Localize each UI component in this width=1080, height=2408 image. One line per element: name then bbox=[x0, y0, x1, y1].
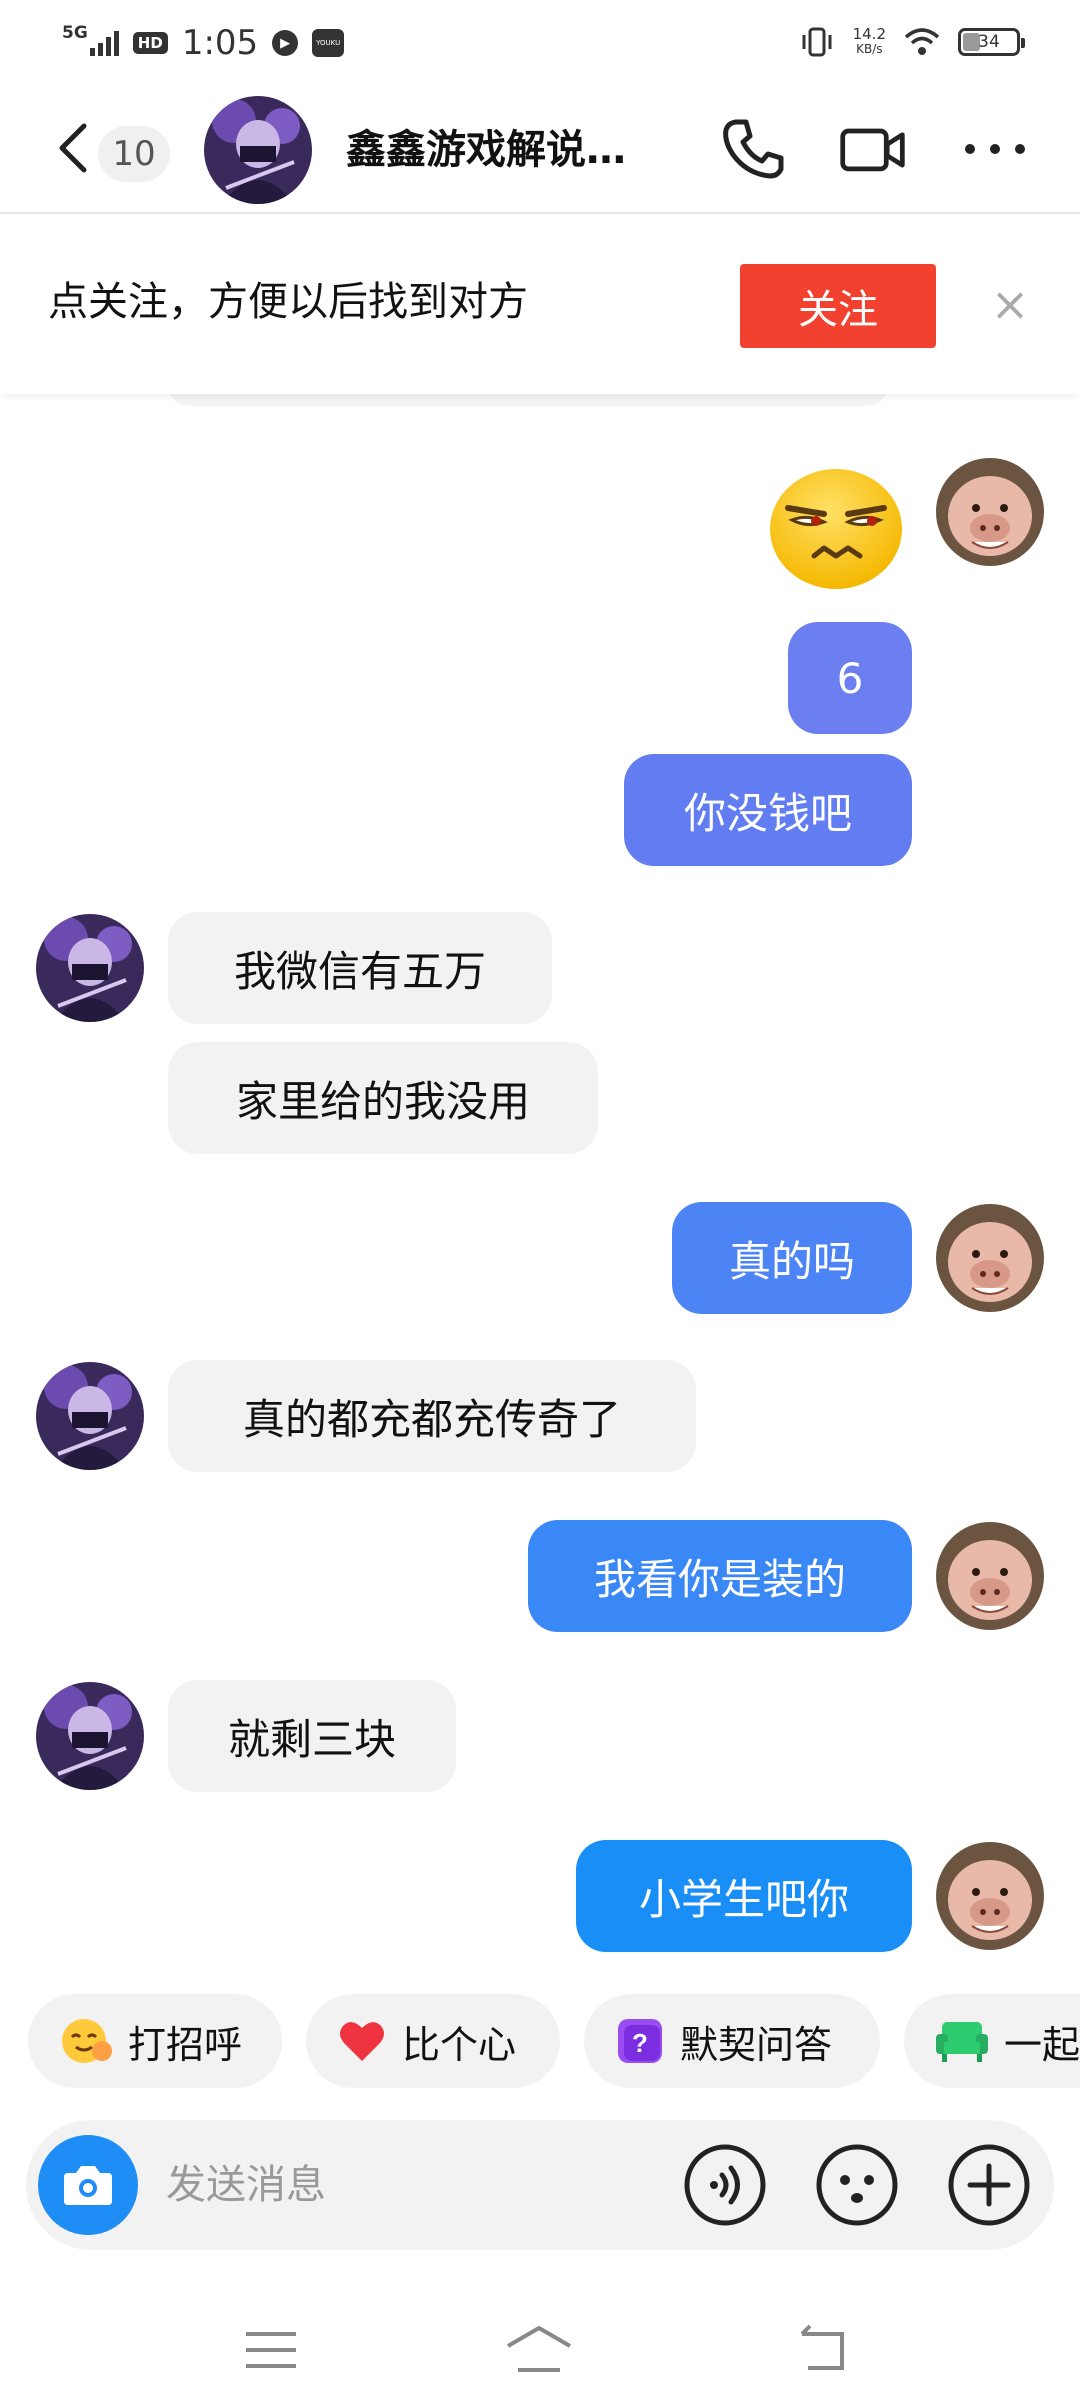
follow-banner: 点关注，方便以后找到对方 关注 × bbox=[0, 214, 1080, 394]
greeting-emoji-icon bbox=[62, 2019, 112, 2063]
quick-action-bar: 打招呼 比个心 ? 默契问答 一起 bbox=[0, 1992, 1080, 2090]
add-icon[interactable] bbox=[946, 2142, 1032, 2228]
quick-action-heart[interactable]: 比个心 bbox=[306, 1994, 560, 2088]
my-avatar[interactable] bbox=[936, 1204, 1044, 1312]
video-call-icon[interactable] bbox=[838, 114, 908, 184]
smirk-emoji[interactable] bbox=[766, 464, 906, 594]
app-notification-icon: ▶ bbox=[272, 30, 299, 56]
message-bubble-out[interactable]: 你没钱吧 bbox=[624, 754, 912, 866]
battery-icon: 34 bbox=[958, 28, 1025, 56]
message-bubble-out[interactable]: 6 bbox=[788, 622, 912, 734]
quick-action-quiz[interactable]: ? 默契问答 bbox=[584, 1994, 880, 2088]
message-bubble-in[interactable]: 真的都充都充传奇了 bbox=[168, 1360, 696, 1472]
message-bubble-in[interactable]: 家里给的我没用 bbox=[168, 1042, 598, 1154]
network-speed: 14.2 KB/s bbox=[852, 25, 886, 57]
more-icon[interactable] bbox=[960, 114, 1030, 184]
back-nav-icon[interactable] bbox=[788, 2320, 858, 2380]
chat-header: 10 鑫鑫游戏解说… bbox=[0, 84, 1080, 214]
vibrate-icon bbox=[802, 27, 832, 57]
contact-avatar[interactable] bbox=[36, 1362, 144, 1470]
contact-name[interactable]: 鑫鑫游戏解说… bbox=[346, 122, 666, 178]
quick-action-label: 默契问答 bbox=[680, 2022, 833, 2067]
menu-icon[interactable] bbox=[236, 2320, 306, 2380]
message-input[interactable]: 发送消息 bbox=[166, 2156, 326, 2214]
message-list[interactable]: 6 你没钱吧 我微信有五万 家里给的我没用 真的吗 真的都充都充传奇了 我看你是… bbox=[0, 394, 1080, 1978]
hd-badge: HD bbox=[132, 32, 168, 54]
quick-action-label: 打招呼 bbox=[128, 2022, 243, 2067]
phone-icon[interactable] bbox=[718, 114, 788, 184]
svg-text:?: ? bbox=[632, 2028, 648, 2058]
message-bubble-in[interactable]: 就剩三块 bbox=[168, 1680, 456, 1792]
quick-action-label: 比个心 bbox=[402, 2022, 517, 2067]
quick-action-together[interactable]: 一起 bbox=[904, 1994, 1080, 2088]
contact-avatar[interactable] bbox=[204, 96, 312, 204]
clock: 1:05 bbox=[181, 23, 259, 63]
unread-count-badge[interactable]: 10 bbox=[98, 126, 170, 182]
sofa-icon bbox=[936, 2022, 988, 2062]
camera-icon bbox=[64, 2166, 112, 2205]
my-avatar[interactable] bbox=[936, 1842, 1044, 1950]
close-banner-button[interactable]: × bbox=[982, 274, 1038, 334]
quick-action-greet[interactable]: 打招呼 bbox=[28, 1994, 282, 2088]
heart-icon bbox=[340, 2022, 384, 2061]
home-icon[interactable] bbox=[504, 2320, 574, 2380]
message-bubble-out[interactable]: 我看你是装的 bbox=[528, 1520, 912, 1632]
message-bubble-in[interactable]: 我微信有五万 bbox=[168, 912, 552, 1024]
message-bubble-out[interactable]: 小学生吧你 bbox=[576, 1840, 912, 1952]
contact-avatar[interactable] bbox=[36, 1682, 144, 1790]
message-input-bar: 发送消息 bbox=[26, 2120, 1054, 2250]
voice-icon[interactable] bbox=[682, 2142, 768, 2228]
previous-message-bubble bbox=[168, 394, 888, 406]
emoji-icon[interactable] bbox=[814, 2142, 900, 2228]
contact-avatar[interactable] bbox=[36, 914, 144, 1022]
youku-icon: YOUKU bbox=[312, 29, 345, 57]
network-type: 5G bbox=[62, 23, 88, 43]
back-icon[interactable] bbox=[48, 120, 98, 176]
message-bubble-out[interactable]: 真的吗 bbox=[672, 1202, 912, 1314]
quick-action-label: 一起 bbox=[1004, 2022, 1080, 2067]
follow-hint-text: 点关注，方便以后找到对方 bbox=[48, 279, 528, 325]
status-bar: 5G HD 1:05 ▶ YOUKU 14.2 KB/s 34 bbox=[0, 0, 1080, 84]
my-avatar[interactable] bbox=[936, 458, 1044, 566]
question-icon: ? bbox=[618, 2019, 662, 2063]
system-nav-bar bbox=[0, 2290, 1080, 2408]
follow-button[interactable]: 关注 bbox=[740, 264, 936, 348]
wifi-icon bbox=[904, 28, 940, 55]
signal-icon bbox=[89, 30, 119, 56]
my-avatar[interactable] bbox=[936, 1522, 1044, 1630]
camera-button[interactable] bbox=[38, 2135, 138, 2235]
